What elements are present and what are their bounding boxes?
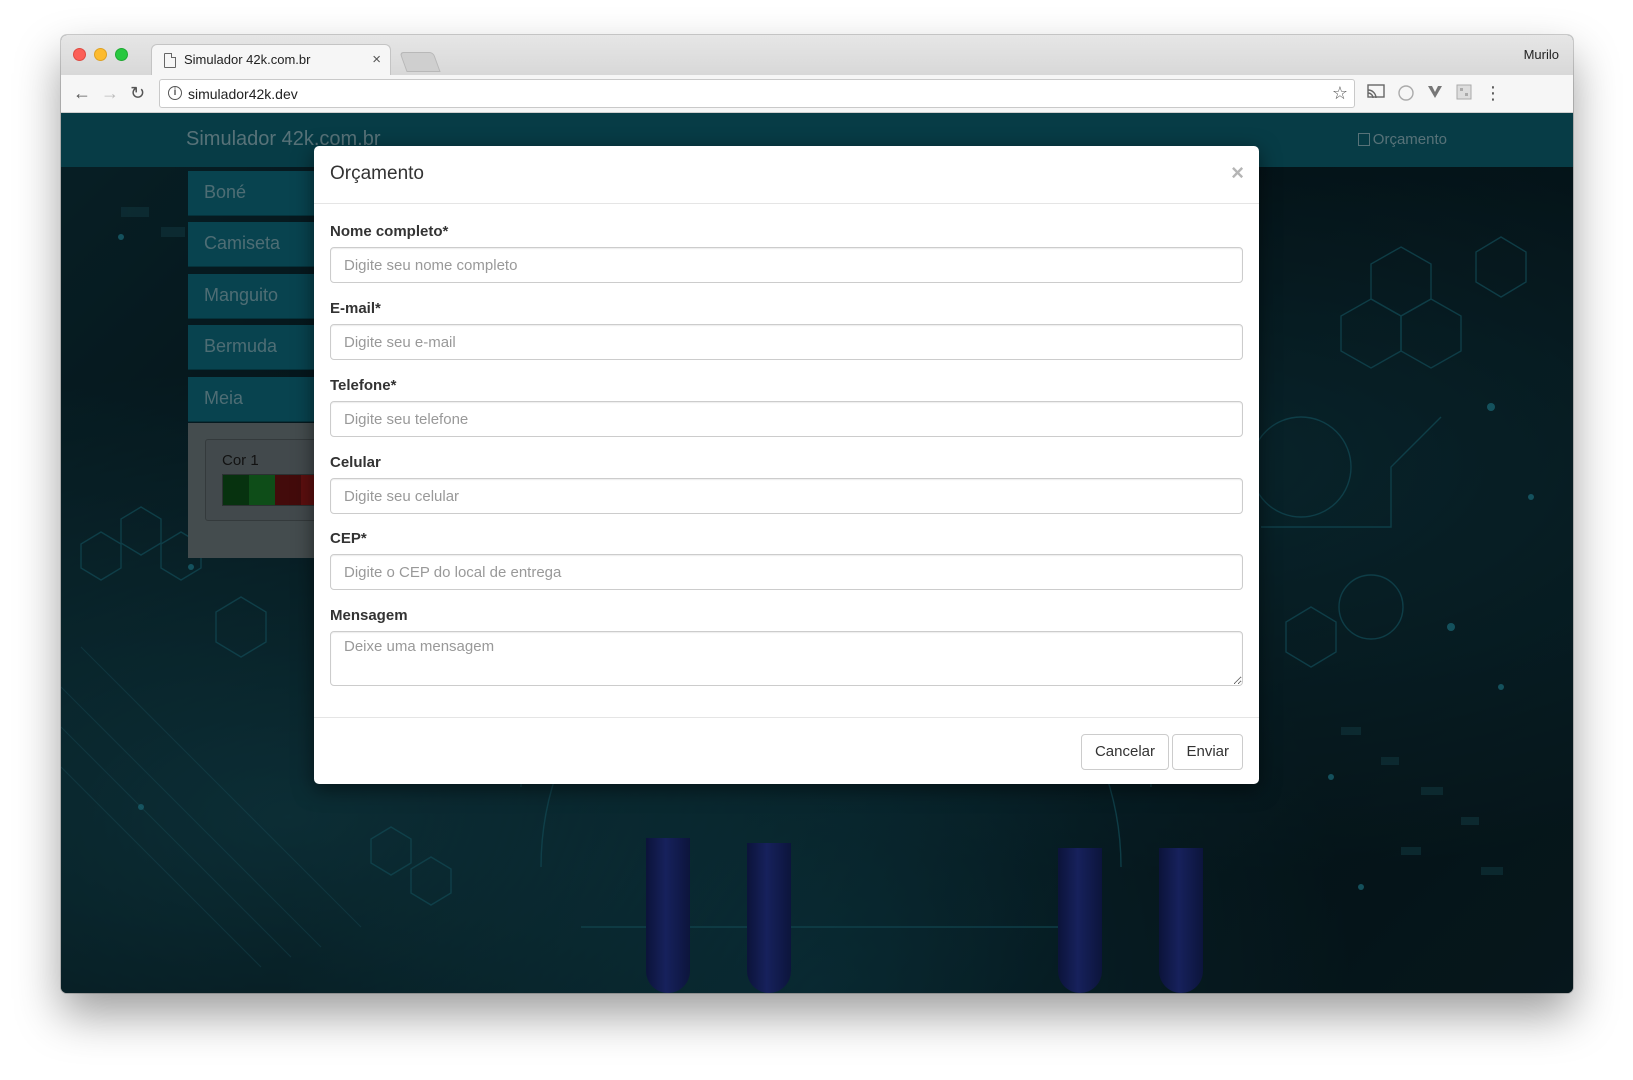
cep-input[interactable]	[330, 554, 1243, 590]
phone-label: Telefone*	[330, 377, 397, 394]
title-bar: Simulador 42k.com.br × Murilo	[61, 35, 1573, 76]
close-icon[interactable]: ×	[1231, 160, 1244, 186]
browser-tab[interactable]: Simulador 42k.com.br ×	[151, 44, 391, 76]
address-bar[interactable]: i simulador42k.dev ☆	[159, 79, 1355, 108]
profile-name[interactable]: Murilo	[1524, 47, 1559, 62]
message-textarea[interactable]	[330, 631, 1243, 686]
minimize-window-button[interactable]	[94, 48, 107, 61]
document-icon	[164, 53, 176, 68]
web-page: Simulador 42k.com.br Orçamento Boné Cami…	[61, 113, 1573, 993]
new-tab-button[interactable]	[399, 52, 441, 72]
browser-window: Simulador 42k.com.br × Murilo ← → ↻ i si…	[61, 35, 1573, 993]
url-text[interactable]: simulador42k.dev	[188, 86, 298, 102]
modal-footer: Cancelar Enviar	[314, 717, 1259, 784]
mobile-label: Celular	[330, 454, 381, 471]
name-input[interactable]	[330, 247, 1243, 283]
email-label: E-mail*	[330, 300, 381, 317]
message-label: Mensagem	[330, 607, 408, 624]
bookmark-star-icon[interactable]: ☆	[1332, 83, 1348, 104]
info-icon[interactable]: i	[168, 86, 182, 100]
modal-header: Orçamento ×	[314, 146, 1259, 204]
close-window-button[interactable]	[73, 48, 86, 61]
cep-label: CEP*	[330, 530, 367, 547]
extension-v-icon[interactable]	[1426, 84, 1444, 102]
submit-button[interactable]: Enviar	[1172, 734, 1243, 770]
back-icon[interactable]: ←	[73, 83, 91, 103]
browser-toolbar: ← → ↻ i simulador42k.dev ☆ ⋮	[61, 75, 1573, 113]
forward-icon[interactable]: →	[101, 83, 119, 103]
email-input[interactable]	[330, 324, 1243, 360]
extension-circle-icon[interactable]	[1397, 84, 1415, 102]
browser-menu-icon[interactable]: ⋮	[1484, 84, 1502, 102]
mobile-input[interactable]	[330, 478, 1243, 514]
modal-title: Orçamento	[330, 163, 424, 184]
maximize-window-button[interactable]	[115, 48, 128, 61]
cast-icon[interactable]	[1367, 84, 1385, 102]
extension-grid-icon[interactable]	[1455, 84, 1473, 102]
tab-close-icon[interactable]: ×	[372, 51, 381, 68]
tab-title: Simulador 42k.com.br	[184, 52, 311, 67]
cancel-button[interactable]: Cancelar	[1080, 734, 1169, 770]
name-label: Nome completo*	[330, 223, 449, 240]
budget-modal: Orçamento × Nome completo* E-mail* Telef…	[314, 146, 1259, 784]
reload-icon[interactable]: ↻	[130, 83, 145, 103]
phone-input[interactable]	[330, 401, 1243, 437]
